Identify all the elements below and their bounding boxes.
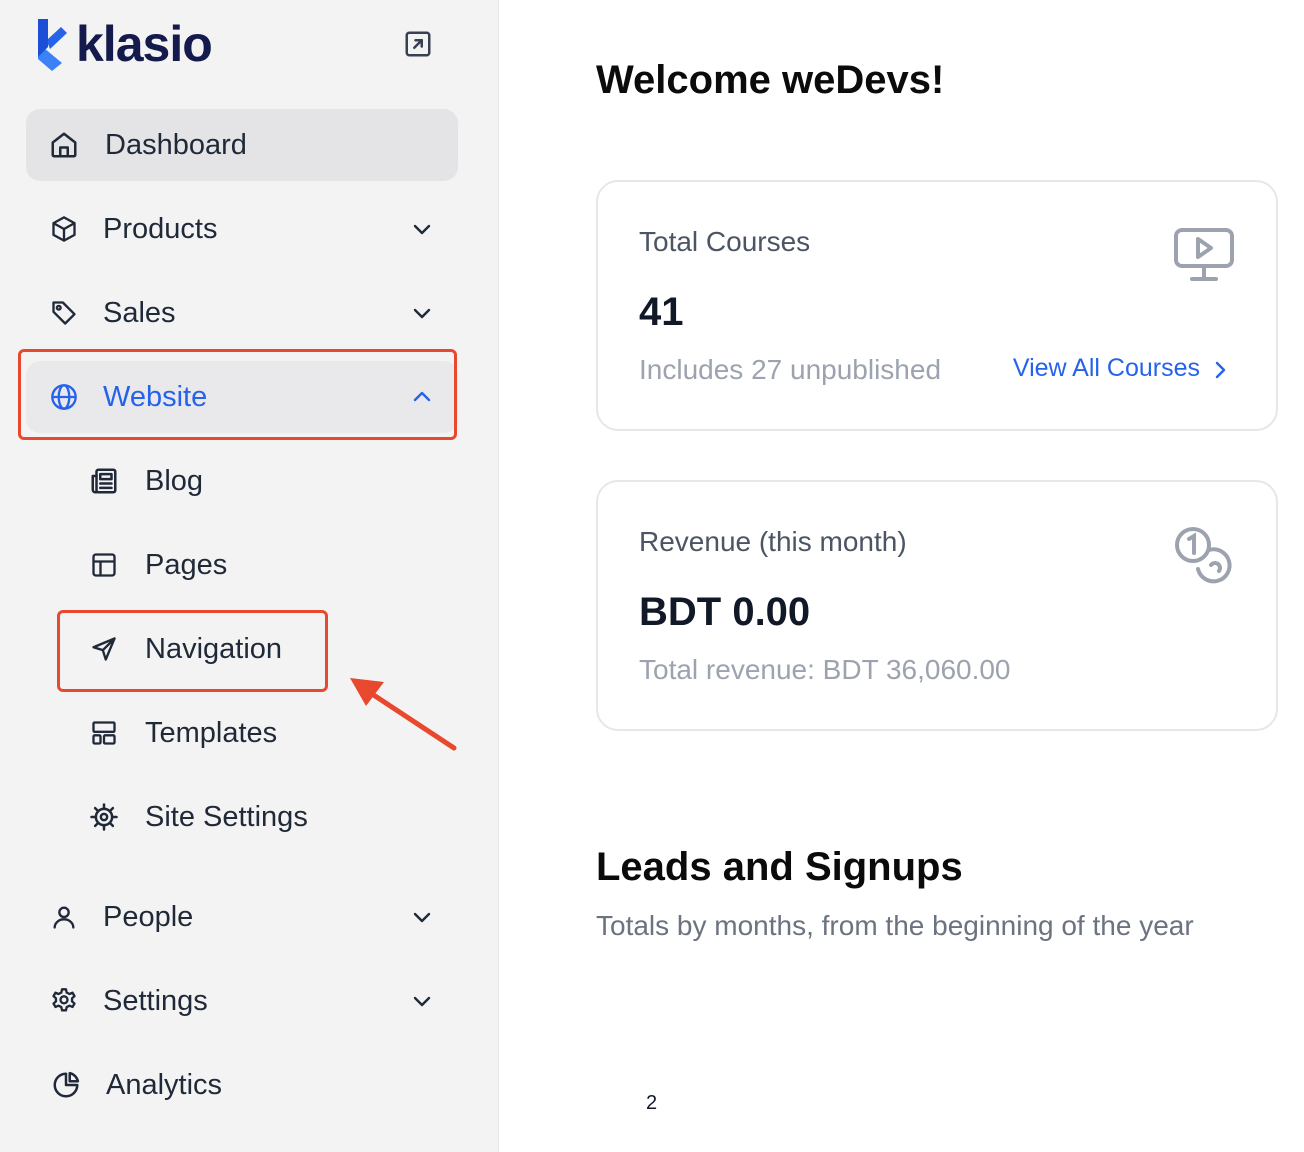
sidebar-item-sales[interactable]: Sales [26, 277, 458, 349]
chevron-right-icon[interactable] [1208, 358, 1232, 382]
monitor-play-icon [1172, 224, 1236, 288]
card-value: 41 [639, 290, 684, 334]
send-icon [88, 633, 120, 665]
sidebar-subitem-label: Templates [145, 716, 278, 749]
sidebar-item-people[interactable]: People [26, 881, 458, 953]
user-icon [48, 901, 80, 933]
welcome-heading: Welcome weDevs! [596, 58, 945, 102]
revenue-card: Revenue (this month) BDT 0.00 Total reve… [596, 480, 1278, 731]
sidebar-subitem-site-settings[interactable]: Site Settings [68, 781, 328, 853]
gear-icon [48, 985, 80, 1017]
sidebar-subitem-templates[interactable]: Templates [68, 697, 328, 769]
sidebar-subitem-label: Pages [145, 548, 228, 581]
coins-icon [1172, 524, 1236, 588]
sidebar-item-label: Settings [103, 984, 208, 1017]
cube-icon [48, 213, 80, 245]
card-value: BDT 0.00 [639, 590, 811, 634]
globe-icon [48, 381, 80, 413]
klasio-logo[interactable]: klasio [34, 16, 213, 72]
card-title: Revenue (this month) [639, 526, 907, 557]
sidebar-subitem-label: Site Settings [145, 800, 308, 833]
newspaper-icon [88, 465, 120, 497]
cog-icon [88, 801, 120, 833]
sidebar-subitem-pages[interactable]: Pages [68, 529, 328, 601]
collapse-sidebar-button[interactable] [402, 28, 434, 60]
sidebar-subitem-label: Blog [145, 464, 204, 497]
template-icon [88, 717, 120, 749]
card-subtext: Total revenue: BDT 36,060.00 [639, 654, 1011, 685]
chevron-up-icon[interactable] [408, 383, 436, 411]
sidebar-item-label: Analytics [106, 1068, 223, 1101]
chevron-down-icon[interactable] [408, 299, 436, 327]
home-icon [48, 129, 80, 161]
card-subtext: Includes 27 unpublished [639, 354, 942, 385]
card-title: Total Courses [639, 226, 811, 257]
sidebar-item-products[interactable]: Products [26, 193, 458, 265]
layout-icon [88, 549, 120, 581]
sidebar-item-label: People [103, 900, 194, 933]
expand-icon [405, 31, 431, 57]
chevron-down-icon[interactable] [408, 987, 436, 1015]
brand-name: klasio [76, 16, 213, 72]
leads-signups-heading: Leads and Signups [596, 845, 963, 889]
pie-chart-icon [50, 1069, 82, 1101]
sidebar-item-dashboard[interactable]: Dashboard [26, 109, 458, 181]
klasio-logo-mark-icon [38, 19, 67, 71]
total-courses-card: Total Courses 41 Includes 27 unpublished… [596, 180, 1278, 431]
chevron-down-icon[interactable] [408, 903, 436, 931]
page-number: 2 [646, 1092, 658, 1114]
annotation-arrow-icon [350, 678, 457, 751]
chevron-down-icon[interactable] [408, 215, 436, 243]
sidebar-item-analytics[interactable]: Analytics [26, 1049, 458, 1121]
sidebar-subitem-navigation[interactable]: Navigation [68, 613, 328, 685]
sidebar-item-label: Sales [103, 296, 176, 329]
tag-icon [48, 297, 80, 329]
sidebar-subitem-blog[interactable]: Blog [68, 445, 328, 517]
sidebar-subitem-label: Navigation [145, 632, 283, 665]
sidebar-item-settings[interactable]: Settings [26, 965, 458, 1037]
leads-signups-subtitle: Totals by months, from the beginning of … [596, 910, 1194, 941]
sidebar-item-label: Products [103, 212, 218, 245]
sidebar-item-label: Website [103, 380, 208, 413]
view-all-courses-link[interactable]: View All Courses [1013, 354, 1200, 383]
sidebar-item-website[interactable]: Website [26, 361, 458, 433]
sidebar: klasio Dashboard Products Sales Website … [0, 0, 499, 1152]
sidebar-item-label: Dashboard [105, 128, 247, 161]
